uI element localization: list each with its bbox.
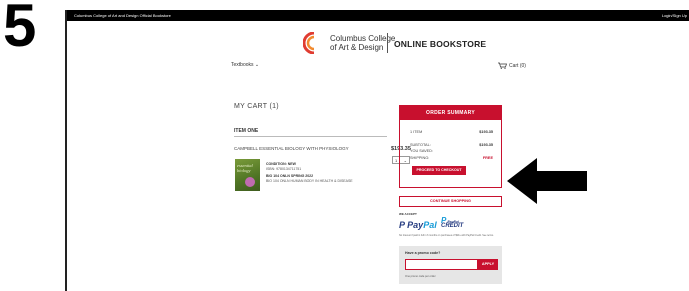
- cart-link[interactable]: Cart (0): [498, 62, 526, 69]
- top-bar: Columbus College of Art and Design Offic…: [67, 10, 689, 21]
- proceed-to-checkout-button[interactable]: PROCEED TO CHECKOUT: [412, 166, 466, 175]
- pointer-arrow-icon: [507, 158, 587, 204]
- promo-code-input[interactable]: [405, 259, 478, 270]
- promo-question: Have a promo code?: [405, 251, 441, 255]
- summary-row-items: 1 ITEM $193.35: [410, 130, 493, 134]
- summary-row-subtotal: SUBTOTAL: $193.35: [410, 143, 493, 147]
- paypal-logo: P PayPal: [399, 220, 437, 230]
- continue-shopping-button[interactable]: CONTINUE SHOPPING: [399, 196, 502, 207]
- login-link[interactable]: Login/Sign Up: [662, 13, 687, 18]
- summary-row-shipping: SHIPPING: FREE: [410, 156, 493, 160]
- paypal-credit-logo: P PayPal CREDIT: [441, 216, 464, 230]
- promo-panel: Have a promo code? APPLY One promo code …: [399, 246, 502, 284]
- product-details: CONDITION: NEW ISBN: 9780134711751 BIO 1…: [266, 162, 353, 183]
- product-title[interactable]: CAMPBELL ESSENTIAL BIOLOGY WITH PHYSIOLO…: [234, 146, 349, 151]
- paypal-fine-print: No Interest if paid in full in 6 months …: [399, 234, 494, 237]
- cart-icon: [498, 62, 507, 69]
- order-summary: ORDER SUMMARY 1 ITEM $193.35 SUBTOTAL: $19…: [399, 105, 502, 188]
- site-name: Columbus College of Art and Design Offic…: [74, 13, 171, 18]
- chevron-down-icon: ⌄: [254, 62, 260, 68]
- order-summary-title: ORDER SUMMARY: [400, 106, 501, 120]
- step-number: 5: [3, 0, 37, 59]
- page-title: MY CART (1): [234, 103, 279, 110]
- summary-row-saved: YOU SAVED:: [410, 149, 433, 153]
- store-title: ONLINE BOOKSTORE: [394, 39, 487, 49]
- browser-page: Columbus College of Art and Design Offic…: [65, 10, 689, 291]
- ccad-logo-icon: [303, 32, 325, 54]
- apply-button[interactable]: APPLY: [478, 259, 498, 270]
- promo-note: One promo code per order: [405, 275, 436, 278]
- item-heading: ITEM ONE: [234, 128, 387, 137]
- book-cover-image: essential biology: [235, 159, 260, 191]
- college-name: Columbus College of Art & Design: [330, 34, 396, 52]
- logo-divider: [387, 33, 388, 53]
- we-accept-label: WE ACCEPT: [399, 212, 417, 216]
- textbooks-menu[interactable]: Textbooks ⌄: [231, 62, 259, 68]
